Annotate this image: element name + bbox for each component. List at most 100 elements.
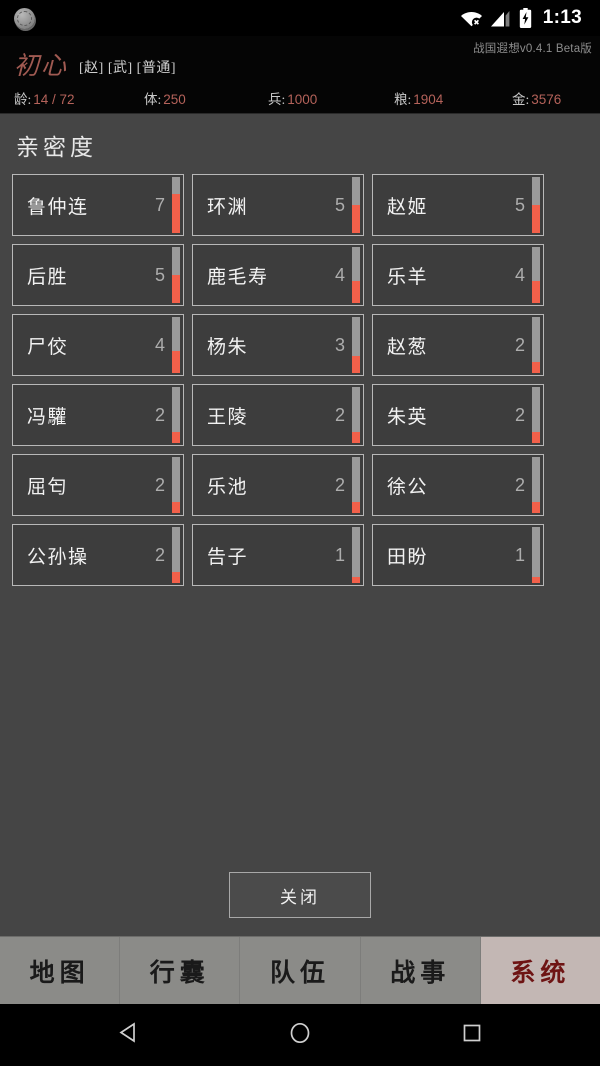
stat-label: 金: bbox=[512, 92, 530, 107]
intimacy-gauge bbox=[532, 457, 540, 513]
intimacy-card-name: 田盼 bbox=[387, 546, 429, 568]
stat-item: 金: 3576 bbox=[512, 88, 561, 108]
app-root: 1:13 战国遐想v0.4.1 Beta版 初心 [赵] [武] [普通] 龄:… bbox=[0, 0, 600, 1066]
intimacy-gauge-fill bbox=[172, 275, 180, 303]
intimacy-panel: 亲密度 鲁仲连 7 环渊 5 赵姬 5 后胜 5 鹿毛寿 4 乐羊 4 尸佼 4 杨朱 3 赵葱 2 冯驩 2 王陵 2 朱… bbox=[0, 114, 600, 936]
intimacy-card[interactable]: 赵姬 5 bbox=[372, 174, 544, 236]
intimacy-gauge bbox=[532, 317, 540, 373]
stat-value: 1000 bbox=[287, 92, 318, 107]
intimacy-gauge bbox=[172, 177, 180, 233]
stat-label: 兵: bbox=[268, 92, 286, 107]
stat-value: 250 bbox=[163, 92, 186, 107]
stat-label: 龄: bbox=[14, 92, 32, 107]
character-stats-row: 龄: 14 / 72 体: 250 兵: 1000 粮: 1904 金: 3576 bbox=[14, 88, 590, 108]
nav-item-4[interactable]: 系统 bbox=[480, 937, 600, 1004]
close-button[interactable]: 关闭 bbox=[229, 872, 371, 918]
intimacy-gauge bbox=[352, 527, 360, 583]
intimacy-card[interactable]: 田盼 1 bbox=[372, 524, 544, 586]
android-status-bar: 1:13 bbox=[0, 0, 600, 36]
intimacy-gauge bbox=[532, 247, 540, 303]
intimacy-card[interactable]: 乐羊 4 bbox=[372, 244, 544, 306]
android-system-nav bbox=[0, 1004, 600, 1066]
intimacy-card[interactable]: 鲁仲连 7 bbox=[12, 174, 184, 236]
intimacy-card[interactable]: 朱英 2 bbox=[372, 384, 544, 446]
wifi-no-internet-icon bbox=[460, 10, 482, 27]
battery-charging-icon bbox=[519, 8, 532, 28]
intimacy-gauge-fill bbox=[352, 431, 360, 443]
intimacy-card[interactable]: 公孙操 2 bbox=[12, 524, 184, 586]
intimacy-card-name: 鲁仲连 bbox=[27, 196, 89, 218]
intimacy-gauge bbox=[352, 317, 360, 373]
intimacy-card-name: 赵葱 bbox=[387, 336, 429, 358]
intimacy-gauge-fill bbox=[172, 193, 180, 233]
intimacy-card[interactable]: 环渊 5 bbox=[192, 174, 364, 236]
stat-item: 兵: 1000 bbox=[268, 88, 394, 108]
intimacy-gauge-fill bbox=[532, 577, 540, 583]
stat-value: 1904 bbox=[413, 92, 444, 107]
intimacy-card[interactable]: 赵葱 2 bbox=[372, 314, 544, 376]
intimacy-card[interactable]: 徐公 2 bbox=[372, 454, 544, 516]
stat-value: 14 / 72 bbox=[33, 92, 75, 107]
intimacy-card-name: 王陵 bbox=[207, 406, 249, 428]
intimacy-gauge bbox=[352, 177, 360, 233]
intimacy-card-name: 赵姬 bbox=[387, 196, 429, 218]
stat-item: 体: 250 bbox=[144, 88, 268, 108]
intimacy-card-name: 屈匄 bbox=[27, 476, 69, 498]
intimacy-gauge-fill bbox=[532, 361, 540, 373]
intimacy-card[interactable]: 后胜 5 bbox=[12, 244, 184, 306]
status-bar-indicators: 1:13 bbox=[460, 7, 590, 29]
intimacy-card[interactable]: 冯驩 2 bbox=[12, 384, 184, 446]
recents-button[interactable] bbox=[361, 1023, 600, 1048]
intimacy-gauge-fill bbox=[172, 350, 180, 373]
intimacy-gauge bbox=[532, 387, 540, 443]
nav-item-1[interactable]: 行囊 bbox=[120, 937, 241, 1004]
stat-label: 体: bbox=[144, 92, 162, 107]
intimacy-gauge-fill bbox=[532, 205, 540, 233]
home-button[interactable] bbox=[239, 1022, 360, 1049]
intimacy-card[interactable]: 王陵 2 bbox=[192, 384, 364, 446]
back-button[interactable] bbox=[0, 1022, 239, 1048]
intimacy-card[interactable]: 杨朱 3 bbox=[192, 314, 364, 376]
intimacy-card[interactable]: 尸佼 4 bbox=[12, 314, 184, 376]
intimacy-card-name: 鹿毛寿 bbox=[207, 266, 269, 288]
intimacy-card-name: 后胜 bbox=[27, 266, 69, 288]
intimacy-card-grid: 鲁仲连 7 环渊 5 赵姬 5 后胜 5 鹿毛寿 4 乐羊 4 尸佼 4 杨朱 3 赵葱 2 冯驩 2 王陵 2 朱英 2 屈匄… bbox=[0, 172, 600, 586]
bottom-nav: 地图 行囊 队伍 战事 系统 bbox=[0, 936, 600, 1004]
intimacy-gauge-fill bbox=[532, 431, 540, 443]
intimacy-card-name: 杨朱 bbox=[207, 336, 249, 358]
nav-item-2[interactable]: 队伍 bbox=[240, 937, 361, 1004]
intimacy-gauge-fill bbox=[532, 280, 540, 303]
intimacy-card[interactable]: 鹿毛寿 4 bbox=[192, 244, 364, 306]
intimacy-card-name: 环渊 bbox=[207, 196, 249, 218]
intimacy-card-name: 公孙操 bbox=[27, 546, 89, 568]
cellular-signal-icon bbox=[490, 10, 510, 27]
intimacy-gauge-fill bbox=[172, 431, 180, 443]
intimacy-gauge-fill bbox=[172, 571, 180, 583]
intimacy-card-name: 告子 bbox=[207, 546, 249, 568]
intimacy-card-name: 徐公 bbox=[387, 476, 429, 498]
stat-item: 龄: 14 / 72 bbox=[14, 88, 144, 108]
square-recents-icon bbox=[462, 1023, 482, 1048]
intimacy-card-name: 乐羊 bbox=[387, 266, 429, 288]
intimacy-gauge-fill bbox=[172, 501, 180, 513]
intimacy-card[interactable]: 告子 1 bbox=[192, 524, 364, 586]
intimacy-gauge-fill bbox=[352, 356, 360, 373]
close-button-row: 关闭 bbox=[0, 872, 600, 918]
intimacy-gauge bbox=[172, 457, 180, 513]
intimacy-card[interactable]: 乐池 2 bbox=[192, 454, 364, 516]
character-tags: [赵] [武] [普通] bbox=[79, 61, 176, 76]
intimacy-gauge bbox=[532, 527, 540, 583]
page-title: 亲密度 bbox=[16, 135, 97, 160]
intimacy-card[interactable]: 屈匄 2 bbox=[12, 454, 184, 516]
character-name: 初心 bbox=[14, 53, 69, 80]
stat-value: 3576 bbox=[531, 92, 562, 107]
character-summary: 初心 [赵] [武] [普通] bbox=[14, 54, 176, 79]
intimacy-gauge bbox=[352, 387, 360, 443]
gear-circle-icon bbox=[14, 7, 35, 29]
intimacy-gauge-fill bbox=[352, 577, 360, 583]
nav-item-3[interactable]: 战事 bbox=[360, 937, 481, 1004]
stat-item: 粮: 1904 bbox=[394, 88, 512, 108]
intimacy-gauge-fill bbox=[352, 280, 360, 303]
nav-item-0[interactable]: 地图 bbox=[0, 937, 121, 1004]
intimacy-card-name: 冯驩 bbox=[27, 406, 69, 428]
